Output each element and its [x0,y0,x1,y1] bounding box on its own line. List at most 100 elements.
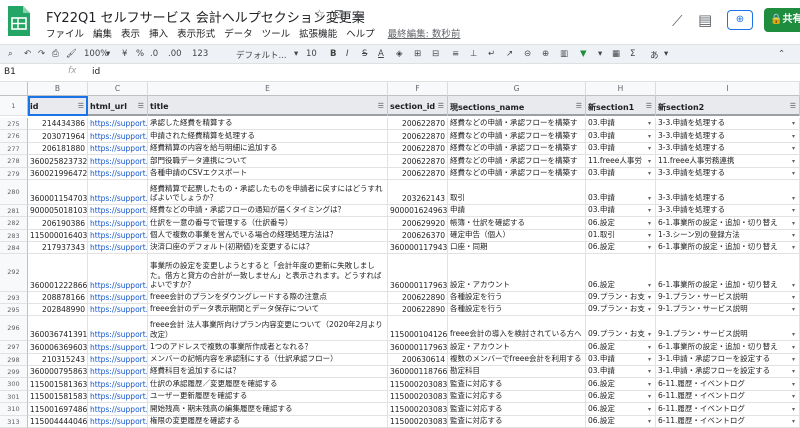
text-wrap-icon[interactable]: ↵ [488,49,495,59]
section2-cell[interactable]: 3-3.申請を処理する ▾ [656,130,800,142]
id-cell[interactable]: 210315243 [28,353,88,365]
id-cell[interactable]: 360000795863 [28,366,88,378]
id-cell[interactable]: 214434386 [28,118,88,130]
section-id-cell[interactable]: 200622870 [388,142,448,155]
row-number[interactable]: 300 [0,378,28,391]
row-number[interactable]: 281 [0,204,28,218]
column-header[interactable]: E [148,82,388,96]
merge-cells-icon[interactable]: ⊟ [432,49,439,59]
share-button[interactable]: 🔒共有 [764,8,800,32]
section-id-cell[interactable]: 200622890 [388,291,448,303]
header-cell[interactable]: section_id ☰ [388,96,448,116]
dropdown-arrow-icon[interactable]: ▾ [792,393,795,400]
section2-cell[interactable]: 6-11.履歴・イベントログ ▾ [656,403,800,415]
filter-icon[interactable]: ▼ [580,49,587,59]
section-name-cell[interactable]: 経費などの申請・承認フローを構築す [448,167,586,179]
dropdown-arrow-icon[interactable]: ▾ [648,356,651,363]
align-left-icon[interactable]: ≡ [452,49,459,59]
fill-color-icon[interactable]: ◈ [396,49,403,59]
section1-cell[interactable]: 06.設定 ▾ [586,415,656,427]
dropdown-arrow-icon[interactable]: ▾ [792,331,795,338]
row-number[interactable]: 301 [0,390,28,404]
section-id-cell[interactable]: 200626370 [388,229,448,241]
row-number[interactable]: 275 [0,118,28,131]
dropdown-arrow-icon[interactable]: ▾ [792,294,795,301]
url-cell[interactable]: https://support.fr [88,316,148,341]
row-number[interactable]: 282 [0,217,28,230]
redo-icon[interactable]: ↷ [38,49,45,59]
section-name-cell[interactable]: 経費などの申請・承認フローを構築す [448,118,586,130]
section1-cell[interactable]: 03.申請 ▾ [586,167,656,179]
menu-tools[interactable]: ツール [262,29,291,40]
row-number[interactable]: 295 [0,304,28,317]
section2-cell[interactable]: 6-11.履歴・イベントログ ▾ [656,390,800,403]
section-id-cell[interactable]: 200622870 [388,130,448,142]
id-cell[interactable]: 360021996472 [28,167,88,179]
section1-cell[interactable]: 06.設定 ▾ [586,254,656,291]
cloud-status-icon[interactable]: ☁ [353,7,365,21]
dropdown-arrow-icon[interactable]: ▾ [792,356,795,363]
dropdown-arrow-icon[interactable]: ▾ [648,393,651,400]
text-rotate-icon[interactable]: ↗ [506,49,513,59]
title-cell[interactable]: 経費科目を追加するには？ [148,366,388,378]
url-cell[interactable]: https://support.fr [88,204,148,217]
sheets-logo-icon[interactable] [6,4,32,38]
column-header[interactable]: H [586,82,656,96]
row-number[interactable]: 280 [0,180,28,205]
title-cell[interactable]: 権限の変更履歴を確認する [148,415,388,427]
section2-cell[interactable]: 6-11.履歴・イベントログ ▾ [656,378,800,390]
dropdown-arrow-icon[interactable]: ▾ [792,145,795,152]
section2-cell[interactable]: 9-1.プラン・サービス説明 ▾ [656,316,800,341]
header-cell[interactable]: 新section1 ☰ [586,96,656,116]
collapse-toolbar-icon[interactable]: ⌃ [778,49,785,59]
dropdown-arrow-icon[interactable]: ▾ [792,195,795,202]
row-number[interactable]: 298 [0,353,28,366]
section-id-cell[interactable]: 360000117963 [388,254,448,291]
filter-icon[interactable]: ☰ [438,102,444,110]
id-cell[interactable]: 360001222866 [28,254,88,291]
url-cell[interactable]: https://support.fr [88,254,148,291]
comment-icon[interactable]: ▤ [698,11,712,29]
title-cell[interactable]: 開始残高・期末残高の編集履歴を確認する [148,403,388,415]
id-cell[interactable]: 206190386 [28,217,88,229]
row-number[interactable]: 284 [0,242,28,255]
section-id-cell[interactable]: 200622870 [388,167,448,179]
menu-format[interactable]: 表示形式 [177,29,215,40]
paint-format-icon[interactable]: 🖌 [66,49,77,59]
insert-link-icon[interactable]: ⊝ [524,49,531,59]
dropdown-arrow-icon[interactable]: ▾ [648,282,651,289]
id-cell[interactable]: 115004444046 [28,415,88,427]
row-number[interactable]: 296 [0,316,28,342]
row-number[interactable]: 297 [0,341,28,354]
menu-file[interactable]: ファイル [46,29,84,40]
dropdown-arrow-icon[interactable]: ▾ [792,120,795,127]
section1-cell[interactable]: 03.申請 ▾ [586,180,656,204]
dropdown-arrow-icon[interactable]: ▾ [648,418,651,425]
section2-cell[interactable]: 3-1.申請・承認フローを設定する ▾ [656,366,800,378]
section-id-cell[interactable]: 115000203083 [388,378,448,390]
section2-cell[interactable]: 9-1.プラン・サービス説明 ▾ [656,304,800,316]
dropdown-arrow-icon[interactable]: ▾ [648,306,651,313]
dropdown-arrow-icon[interactable]: ▾ [792,344,795,351]
filter-icon[interactable]: ☰ [138,102,144,110]
dropdown-arrow-icon[interactable]: ▾ [792,220,795,227]
dropdown-arrow-icon[interactable]: ▾ [648,344,651,351]
section-name-cell[interactable]: 各種設定を行う [448,291,586,303]
dropdown-arrow-icon[interactable]: ▾ [792,207,795,214]
trend-icon[interactable]: ⟋ [672,12,683,30]
id-cell[interactable]: 217937343 [28,242,88,254]
section1-cell[interactable]: 06.設定 ▾ [586,217,656,229]
section2-cell[interactable]: 3-3.申請を処理する ▾ [656,180,800,204]
column-header[interactable]: G [448,82,586,96]
title-cell[interactable]: freee会計のデータ表示期間とデータ保存について [148,304,388,316]
title-cell[interactable]: 部門役職データ連携について [148,155,388,167]
dropdown-arrow-icon[interactable]: ▾ [648,220,651,227]
title-cell[interactable]: 各種申請のCSVエクスポート [148,167,388,179]
section-name-cell[interactable]: 取引 [448,180,586,204]
insert-chart-icon[interactable]: ▥ [560,49,568,59]
row-number[interactable]: 299 [0,366,28,379]
url-cell[interactable]: https://support.fr [88,304,148,316]
section2-cell[interactable]: 6-1.事業所の設定・追加・切り替え ▾ [656,341,800,353]
filter-views-icon[interactable]: ▦ [612,49,620,59]
dropdown-arrow-icon[interactable]: ▾ [648,145,651,152]
